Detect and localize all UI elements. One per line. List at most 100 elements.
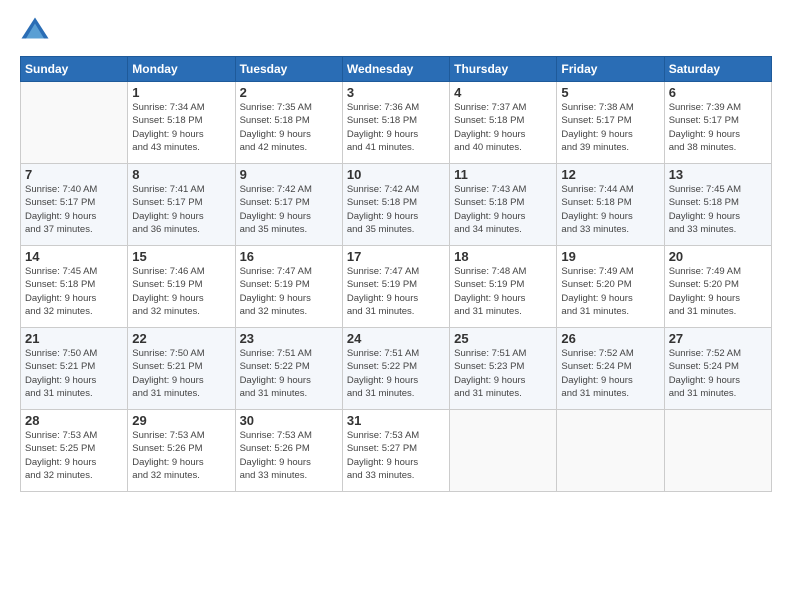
calendar-cell: 9Sunrise: 7:42 AM Sunset: 5:17 PM Daylig… xyxy=(235,164,342,246)
calendar-cell: 13Sunrise: 7:45 AM Sunset: 5:18 PM Dayli… xyxy=(664,164,771,246)
day-number: 7 xyxy=(25,167,123,182)
calendar-cell: 24Sunrise: 7:51 AM Sunset: 5:22 PM Dayli… xyxy=(342,328,449,410)
calendar-cell: 10Sunrise: 7:42 AM Sunset: 5:18 PM Dayli… xyxy=(342,164,449,246)
day-number: 6 xyxy=(669,85,767,100)
calendar-cell: 11Sunrise: 7:43 AM Sunset: 5:18 PM Dayli… xyxy=(450,164,557,246)
calendar-cell xyxy=(21,82,128,164)
calendar-cell: 6Sunrise: 7:39 AM Sunset: 5:17 PM Daylig… xyxy=(664,82,771,164)
day-info: Sunrise: 7:44 AM Sunset: 5:18 PM Dayligh… xyxy=(561,183,659,236)
day-number: 21 xyxy=(25,331,123,346)
day-number: 22 xyxy=(132,331,230,346)
calendar-cell: 4Sunrise: 7:37 AM Sunset: 5:18 PM Daylig… xyxy=(450,82,557,164)
page: SundayMondayTuesdayWednesdayThursdayFrid… xyxy=(0,0,792,612)
day-number: 27 xyxy=(669,331,767,346)
day-number: 29 xyxy=(132,413,230,428)
week-row-2: 14Sunrise: 7:45 AM Sunset: 5:18 PM Dayli… xyxy=(21,246,772,328)
day-info: Sunrise: 7:53 AM Sunset: 5:26 PM Dayligh… xyxy=(132,429,230,482)
day-info: Sunrise: 7:42 AM Sunset: 5:17 PM Dayligh… xyxy=(240,183,338,236)
day-number: 20 xyxy=(669,249,767,264)
calendar-cell: 14Sunrise: 7:45 AM Sunset: 5:18 PM Dayli… xyxy=(21,246,128,328)
day-info: Sunrise: 7:34 AM Sunset: 5:18 PM Dayligh… xyxy=(132,101,230,154)
calendar-cell: 31Sunrise: 7:53 AM Sunset: 5:27 PM Dayli… xyxy=(342,410,449,492)
day-number: 19 xyxy=(561,249,659,264)
calendar-table: SundayMondayTuesdayWednesdayThursdayFrid… xyxy=(20,56,772,492)
day-number: 10 xyxy=(347,167,445,182)
calendar-cell xyxy=(450,410,557,492)
day-info: Sunrise: 7:43 AM Sunset: 5:18 PM Dayligh… xyxy=(454,183,552,236)
calendar-cell: 27Sunrise: 7:52 AM Sunset: 5:24 PM Dayli… xyxy=(664,328,771,410)
day-number: 17 xyxy=(347,249,445,264)
calendar-cell: 29Sunrise: 7:53 AM Sunset: 5:26 PM Dayli… xyxy=(128,410,235,492)
day-info: Sunrise: 7:45 AM Sunset: 5:18 PM Dayligh… xyxy=(669,183,767,236)
day-info: Sunrise: 7:51 AM Sunset: 5:23 PM Dayligh… xyxy=(454,347,552,400)
week-row-3: 21Sunrise: 7:50 AM Sunset: 5:21 PM Dayli… xyxy=(21,328,772,410)
week-row-1: 7Sunrise: 7:40 AM Sunset: 5:17 PM Daylig… xyxy=(21,164,772,246)
day-number: 23 xyxy=(240,331,338,346)
day-number: 14 xyxy=(25,249,123,264)
logo-icon xyxy=(20,16,50,46)
day-info: Sunrise: 7:49 AM Sunset: 5:20 PM Dayligh… xyxy=(669,265,767,318)
logo xyxy=(20,16,54,46)
day-number: 5 xyxy=(561,85,659,100)
day-info: Sunrise: 7:53 AM Sunset: 5:27 PM Dayligh… xyxy=(347,429,445,482)
weekday-header-friday: Friday xyxy=(557,57,664,82)
calendar-cell: 3Sunrise: 7:36 AM Sunset: 5:18 PM Daylig… xyxy=(342,82,449,164)
calendar-cell: 20Sunrise: 7:49 AM Sunset: 5:20 PM Dayli… xyxy=(664,246,771,328)
calendar-cell: 30Sunrise: 7:53 AM Sunset: 5:26 PM Dayli… xyxy=(235,410,342,492)
calendar-cell: 12Sunrise: 7:44 AM Sunset: 5:18 PM Dayli… xyxy=(557,164,664,246)
day-number: 13 xyxy=(669,167,767,182)
day-info: Sunrise: 7:50 AM Sunset: 5:21 PM Dayligh… xyxy=(132,347,230,400)
day-info: Sunrise: 7:52 AM Sunset: 5:24 PM Dayligh… xyxy=(669,347,767,400)
day-number: 31 xyxy=(347,413,445,428)
day-info: Sunrise: 7:48 AM Sunset: 5:19 PM Dayligh… xyxy=(454,265,552,318)
day-info: Sunrise: 7:45 AM Sunset: 5:18 PM Dayligh… xyxy=(25,265,123,318)
day-number: 24 xyxy=(347,331,445,346)
day-info: Sunrise: 7:46 AM Sunset: 5:19 PM Dayligh… xyxy=(132,265,230,318)
day-info: Sunrise: 7:35 AM Sunset: 5:18 PM Dayligh… xyxy=(240,101,338,154)
day-number: 4 xyxy=(454,85,552,100)
calendar-cell: 28Sunrise: 7:53 AM Sunset: 5:25 PM Dayli… xyxy=(21,410,128,492)
weekday-header-saturday: Saturday xyxy=(664,57,771,82)
day-info: Sunrise: 7:39 AM Sunset: 5:17 PM Dayligh… xyxy=(669,101,767,154)
week-row-4: 28Sunrise: 7:53 AM Sunset: 5:25 PM Dayli… xyxy=(21,410,772,492)
day-number: 30 xyxy=(240,413,338,428)
day-number: 8 xyxy=(132,167,230,182)
day-info: Sunrise: 7:40 AM Sunset: 5:17 PM Dayligh… xyxy=(25,183,123,236)
day-info: Sunrise: 7:53 AM Sunset: 5:25 PM Dayligh… xyxy=(25,429,123,482)
calendar-cell: 5Sunrise: 7:38 AM Sunset: 5:17 PM Daylig… xyxy=(557,82,664,164)
calendar-cell xyxy=(557,410,664,492)
day-info: Sunrise: 7:38 AM Sunset: 5:17 PM Dayligh… xyxy=(561,101,659,154)
day-info: Sunrise: 7:37 AM Sunset: 5:18 PM Dayligh… xyxy=(454,101,552,154)
calendar-cell: 8Sunrise: 7:41 AM Sunset: 5:17 PM Daylig… xyxy=(128,164,235,246)
day-info: Sunrise: 7:47 AM Sunset: 5:19 PM Dayligh… xyxy=(240,265,338,318)
day-info: Sunrise: 7:53 AM Sunset: 5:26 PM Dayligh… xyxy=(240,429,338,482)
day-number: 11 xyxy=(454,167,552,182)
day-info: Sunrise: 7:36 AM Sunset: 5:18 PM Dayligh… xyxy=(347,101,445,154)
calendar-cell: 26Sunrise: 7:52 AM Sunset: 5:24 PM Dayli… xyxy=(557,328,664,410)
day-info: Sunrise: 7:49 AM Sunset: 5:20 PM Dayligh… xyxy=(561,265,659,318)
weekday-header-tuesday: Tuesday xyxy=(235,57,342,82)
day-number: 28 xyxy=(25,413,123,428)
day-number: 9 xyxy=(240,167,338,182)
header xyxy=(20,16,772,46)
day-number: 2 xyxy=(240,85,338,100)
day-info: Sunrise: 7:42 AM Sunset: 5:18 PM Dayligh… xyxy=(347,183,445,236)
calendar-cell: 1Sunrise: 7:34 AM Sunset: 5:18 PM Daylig… xyxy=(128,82,235,164)
day-number: 1 xyxy=(132,85,230,100)
day-info: Sunrise: 7:47 AM Sunset: 5:19 PM Dayligh… xyxy=(347,265,445,318)
day-number: 18 xyxy=(454,249,552,264)
calendar-cell: 23Sunrise: 7:51 AM Sunset: 5:22 PM Dayli… xyxy=(235,328,342,410)
day-info: Sunrise: 7:50 AM Sunset: 5:21 PM Dayligh… xyxy=(25,347,123,400)
day-number: 15 xyxy=(132,249,230,264)
calendar-cell: 2Sunrise: 7:35 AM Sunset: 5:18 PM Daylig… xyxy=(235,82,342,164)
day-info: Sunrise: 7:41 AM Sunset: 5:17 PM Dayligh… xyxy=(132,183,230,236)
calendar-cell: 17Sunrise: 7:47 AM Sunset: 5:19 PM Dayli… xyxy=(342,246,449,328)
weekday-header-row: SundayMondayTuesdayWednesdayThursdayFrid… xyxy=(21,57,772,82)
calendar-cell: 16Sunrise: 7:47 AM Sunset: 5:19 PM Dayli… xyxy=(235,246,342,328)
weekday-header-wednesday: Wednesday xyxy=(342,57,449,82)
day-number: 12 xyxy=(561,167,659,182)
calendar-cell: 7Sunrise: 7:40 AM Sunset: 5:17 PM Daylig… xyxy=(21,164,128,246)
weekday-header-thursday: Thursday xyxy=(450,57,557,82)
day-number: 3 xyxy=(347,85,445,100)
calendar-cell: 21Sunrise: 7:50 AM Sunset: 5:21 PM Dayli… xyxy=(21,328,128,410)
